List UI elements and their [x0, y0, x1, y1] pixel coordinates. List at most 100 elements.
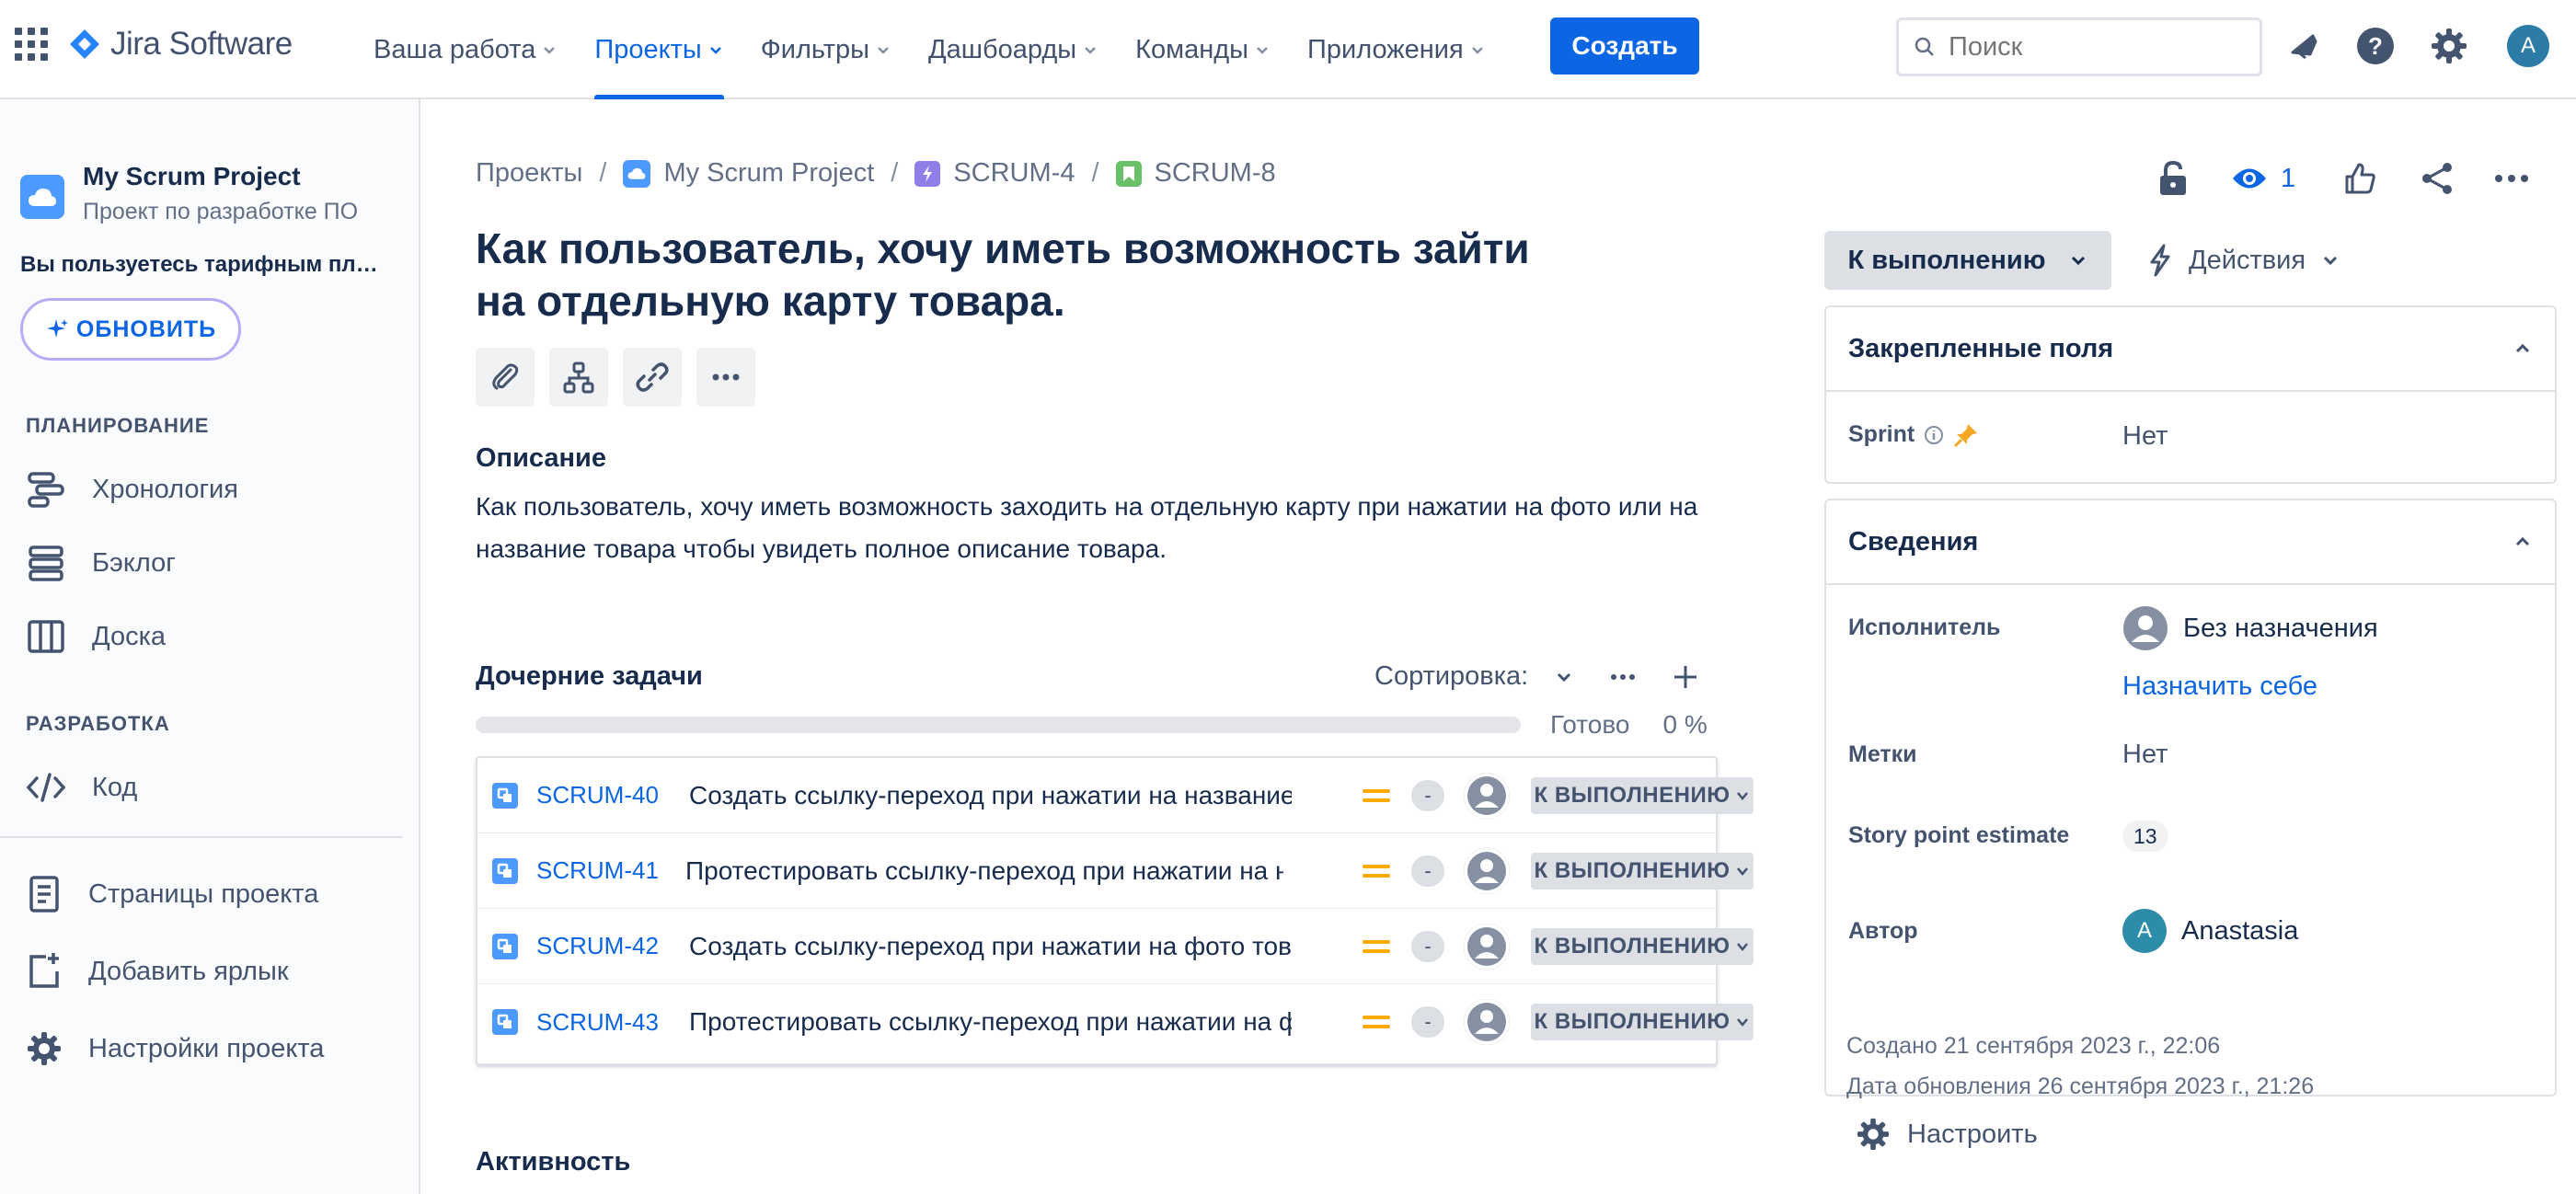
- link-issue-button[interactable]: [623, 348, 682, 407]
- labels-value[interactable]: Нет: [2122, 740, 2168, 770]
- unassigned-avatar-icon[interactable]: [1464, 847, 1510, 894]
- nav-label: Команды: [1135, 34, 1249, 64]
- breadcrumb-issue[interactable]: SCRUM-8: [1115, 158, 1276, 189]
- watch-button[interactable]: 1: [2231, 160, 2295, 197]
- story-points-badge[interactable]: -: [1411, 930, 1444, 962]
- sidebar-item-code[interactable]: Код: [26, 767, 137, 808]
- child-issue-summary[interactable]: Протестировать ссылку-переход при нажати…: [689, 1007, 1292, 1037]
- child-issue-summary[interactable]: Создать ссылку-переход при нажатии на фо…: [689, 932, 1292, 961]
- details-header[interactable]: Сведения: [1826, 500, 2555, 585]
- unassigned-avatar-icon[interactable]: [1464, 772, 1510, 819]
- nav-projects[interactable]: Проекты: [576, 0, 742, 99]
- child-issue-status[interactable]: К ВЫПОЛНЕНИЮ: [1531, 776, 1754, 814]
- add-child-issue-button[interactable]: [549, 348, 608, 407]
- status-dropdown[interactable]: К выполнению: [1824, 231, 2111, 290]
- chevron-down-icon: [2324, 256, 2338, 266]
- thumbs-up-icon: [2345, 163, 2375, 194]
- child-issue-key[interactable]: SCRUM-40: [536, 781, 659, 809]
- more-actions-button[interactable]: [2494, 160, 2529, 197]
- reporter-value[interactable]: A Anastasia: [2122, 909, 2298, 953]
- sidebar-item-backlog[interactable]: Бэклог: [26, 543, 176, 583]
- actions-label: Действия: [2189, 245, 2306, 275]
- field-label: Sprint: [1848, 421, 1915, 447]
- nav-label: Фильтры: [760, 34, 870, 64]
- attach-button[interactable]: [476, 348, 535, 407]
- nav-teams[interactable]: Команды: [1117, 0, 1289, 99]
- description-header: Описание: [476, 443, 606, 473]
- more-actions-button[interactable]: [696, 348, 755, 407]
- breadcrumb-project[interactable]: My Scrum Project: [623, 158, 874, 189]
- search-input[interactable]: [1949, 31, 2243, 63]
- nav-apps[interactable]: Приложения: [1289, 0, 1504, 99]
- nav-your-work[interactable]: Ваша работа: [355, 0, 576, 99]
- sprint-field-label: Sprint: [1848, 421, 1979, 448]
- sidebar-item-timeline[interactable]: Хронология: [26, 469, 238, 510]
- more-horizontal-icon[interactable]: [1609, 663, 1637, 691]
- jira-logo[interactable]: Jira Software: [68, 26, 293, 63]
- configure-button[interactable]: Настроить: [1856, 1117, 2038, 1152]
- assignee-value[interactable]: Без назначения: [2122, 605, 2378, 651]
- share-button[interactable]: [2420, 160, 2455, 197]
- search-box[interactable]: [1896, 17, 2262, 76]
- sidebar-item-board[interactable]: Доска: [26, 616, 166, 657]
- watch-count: 1: [2281, 163, 2296, 193]
- pinned-fields-header[interactable]: Закрепленные поля: [1826, 307, 2555, 392]
- child-issue-key[interactable]: SCRUM-42: [536, 932, 659, 960]
- nav-filters[interactable]: Фильтры: [742, 0, 910, 99]
- link-icon: [636, 362, 669, 392]
- actions-dropdown[interactable]: Действия: [2146, 231, 2340, 290]
- app-switcher-icon[interactable]: [15, 28, 48, 68]
- sidebar-item-add-shortcut[interactable]: Добавить ярлык: [26, 951, 289, 992]
- issue-title[interactable]: Как пользователь, хочу иметь возможность…: [476, 223, 1580, 327]
- help-icon[interactable]: ?: [2355, 26, 2396, 66]
- breadcrumb-projects[interactable]: Проекты: [476, 158, 582, 189]
- progress-label: Готово 0 %: [1550, 710, 1708, 740]
- child-issue-row[interactable]: SCRUM-41 Протестировать ссылку-переход п…: [477, 833, 1754, 909]
- child-issue-status[interactable]: К ВЫПОЛНЕНИЮ: [1531, 852, 1754, 890]
- project-cloud-icon: [623, 159, 651, 188]
- restrictions-button[interactable]: [2157, 160, 2189, 197]
- story-points-value[interactable]: 13: [2122, 821, 2168, 852]
- share-icon: [2422, 163, 2452, 194]
- child-issue-summary[interactable]: Создать ссылку-переход при нажатии на на…: [689, 781, 1292, 810]
- child-issue-key[interactable]: SCRUM-41: [536, 856, 659, 885]
- info-icon[interactable]: [1924, 425, 1944, 445]
- board-icon: [28, 620, 64, 653]
- nav-label: Приложения: [1307, 34, 1464, 64]
- sort-dropdown[interactable]: Сортировка:: [1374, 661, 1574, 692]
- child-issue-key[interactable]: SCRUM-43: [536, 1008, 659, 1037]
- project-header[interactable]: My Scrum Project Проект по разработке ПО: [20, 162, 358, 225]
- child-issue-status[interactable]: К ВЫПОЛНЕНИЮ: [1531, 1004, 1754, 1040]
- plus-icon[interactable]: [1672, 663, 1699, 691]
- breadcrumb-label: My Scrum Project: [663, 158, 875, 188]
- sidebar-item-project-settings[interactable]: Настройки проекта: [26, 1028, 324, 1069]
- create-button[interactable]: Создать: [1550, 17, 1699, 75]
- assign-to-me-link[interactable]: Назначить себе: [2122, 672, 2317, 702]
- settings-gear-icon[interactable]: [2429, 26, 2469, 66]
- story-points-badge[interactable]: -: [1411, 779, 1444, 811]
- child-issue-status[interactable]: К ВЫПОЛНЕНИЮ: [1531, 927, 1754, 965]
- child-issue-row[interactable]: SCRUM-43 Протестировать ссылку-переход п…: [477, 984, 1754, 1060]
- story-points-badge[interactable]: -: [1411, 855, 1444, 887]
- breadcrumb-epic[interactable]: SCRUM-4: [914, 158, 1075, 189]
- story-points-badge[interactable]: -: [1411, 1006, 1444, 1038]
- user-avatar[interactable]: A: [2507, 25, 2549, 67]
- child-issue-summary[interactable]: Протестировать ссылку-переход при нажати…: [685, 856, 1283, 886]
- unassigned-avatar-icon[interactable]: [1464, 999, 1510, 1045]
- assignee-label: Исполнитель: [1848, 614, 2001, 640]
- nav-dashboards[interactable]: Дашбоарды: [910, 0, 1117, 99]
- unassigned-avatar-icon[interactable]: [1464, 923, 1510, 970]
- child-issue-row[interactable]: SCRUM-42 Создать ссылку-переход при нажа…: [477, 909, 1754, 984]
- upgrade-button[interactable]: ОБНОВИТЬ: [20, 298, 241, 361]
- done-percent: 0 %: [1662, 710, 1708, 739]
- child-issue-row[interactable]: SCRUM-40 Создать ссылку-переход при нажа…: [477, 758, 1754, 833]
- notifications-icon[interactable]: [2283, 26, 2323, 66]
- status-label: К выполнению: [1847, 245, 2046, 275]
- vote-button[interactable]: [2343, 160, 2376, 197]
- description-text[interactable]: Как пользователь, хочу иметь возможность…: [476, 486, 1764, 570]
- more-horizontal-icon: [712, 373, 740, 381]
- sidebar-item-project-pages[interactable]: Страницы проекта: [26, 874, 318, 914]
- epic-icon: [914, 160, 941, 187]
- pin-icon[interactable]: [1953, 422, 1979, 448]
- sprint-field-value[interactable]: Нет: [2122, 421, 2168, 452]
